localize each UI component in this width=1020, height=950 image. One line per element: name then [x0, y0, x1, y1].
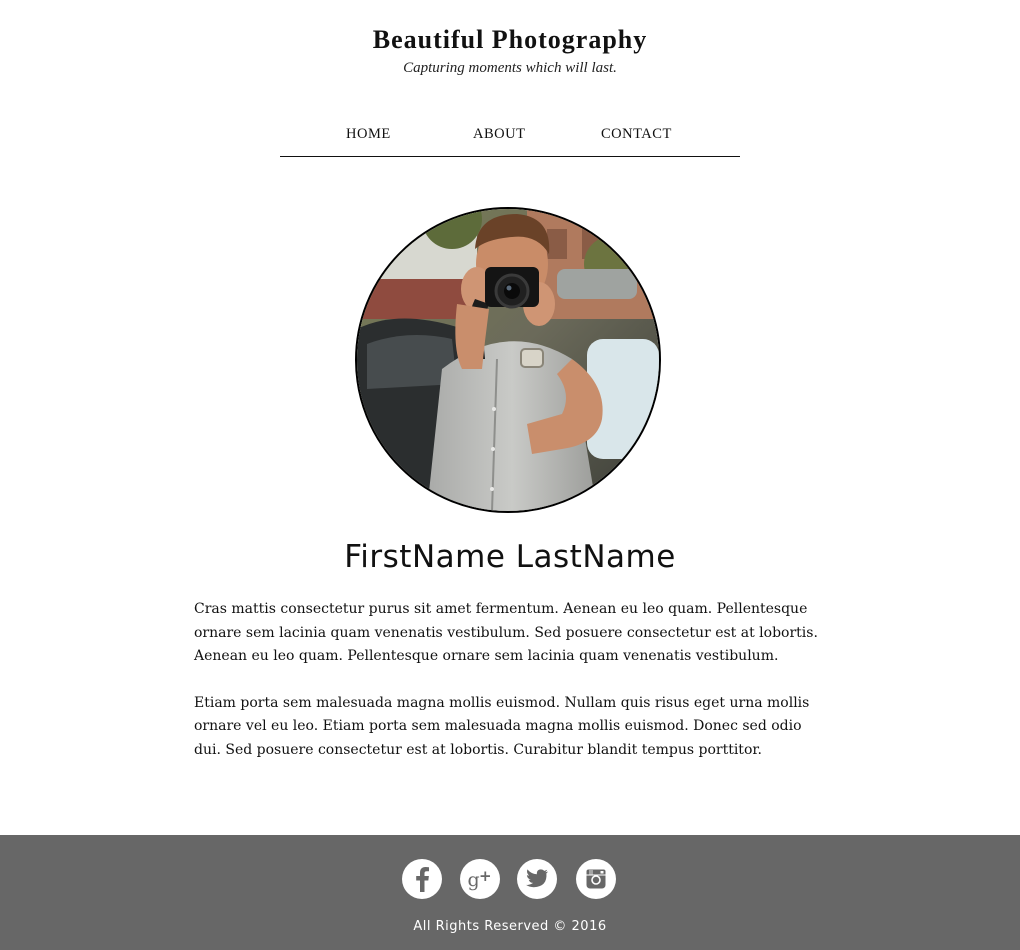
- svg-text:+: +: [479, 867, 492, 885]
- site-footer: g + All Rights Reserved © 2016: [0, 835, 1020, 950]
- facebook-icon[interactable]: [402, 859, 442, 899]
- google-plus-icon[interactable]: g +: [460, 859, 500, 899]
- site-title: Beautiful Photography: [372, 25, 648, 54]
- profile-photo: [355, 207, 661, 513]
- main-nav: HOME ABOUT CONTACT: [280, 116, 740, 157]
- photographer-portrait-image: [357, 209, 659, 511]
- person-name: FirstName LastName: [344, 539, 676, 575]
- instagram-icon[interactable]: [576, 859, 616, 899]
- twitter-icon[interactable]: [517, 859, 557, 899]
- svg-text:g: g: [468, 869, 480, 891]
- copyright-text: All Rights Reserved © 2016: [413, 919, 607, 934]
- bio-paragraph: Cras mattis consectetur purus sit amet f…: [194, 601, 818, 664]
- nav-item-about[interactable]: ABOUT: [473, 126, 525, 143]
- bio-text: Cras mattis consectetur purus sit amet f…: [194, 598, 826, 785]
- site-header: Beautiful Photography Capturing moments …: [0, 24, 1020, 78]
- nav-item-contact[interactable]: CONTACT: [601, 126, 672, 143]
- site-tagline: Capturing moments which will last.: [403, 60, 617, 76]
- bio-paragraph: Etiam porta sem malesuada magna mollis e…: [194, 694, 810, 758]
- social-links: g +: [402, 859, 618, 901]
- nav-item-home[interactable]: HOME: [346, 126, 391, 143]
